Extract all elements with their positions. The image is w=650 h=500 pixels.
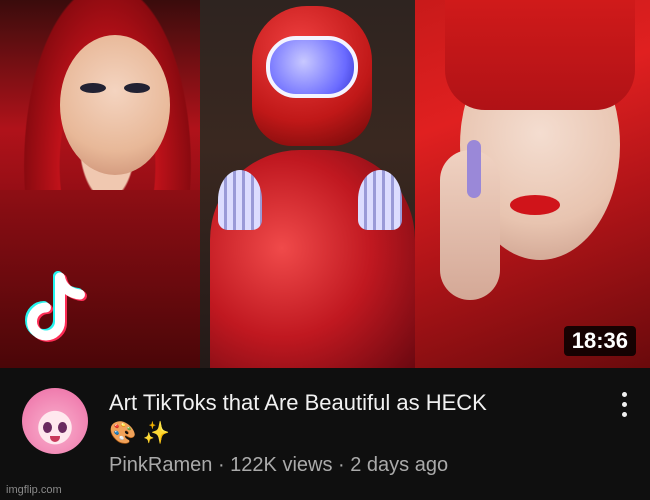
meta-separator: ·: [332, 454, 351, 476]
video-thumbnail[interactable]: 18:36: [0, 0, 650, 368]
imgflip-watermark: imgflip.com: [6, 484, 62, 496]
shell-shoulder: [358, 170, 402, 230]
shell-shoulder: [218, 170, 262, 230]
video-info: Art TikToks that Are Beautiful as HECK 🎨…: [0, 368, 650, 500]
view-count: 122K views: [230, 454, 333, 476]
title-emojis: 🎨 ✨: [109, 420, 170, 445]
red-bangs: [445, 0, 635, 110]
video-title[interactable]: Art TikToks that Are Beautiful as HECK: [109, 388, 589, 418]
video-meta: PinkRamen · 122K views · 2 days ago: [109, 454, 448, 477]
avatar-eye: [43, 422, 52, 433]
avatar-mouth: [50, 436, 60, 442]
face: [60, 35, 170, 175]
upload-age: 2 days ago: [350, 454, 449, 476]
more-vert-icon[interactable]: [614, 392, 634, 422]
helmet-visor: [266, 36, 358, 98]
eye: [124, 83, 150, 93]
tiktok-logo-icon: [25, 271, 87, 342]
lips: [510, 195, 560, 215]
astronaut-helmet: [252, 6, 372, 146]
thumbnail-panel-astronaut: [200, 0, 422, 368]
channel-name[interactable]: PinkRamen: [109, 454, 212, 476]
thumbnail-panel-portrait: [415, 0, 650, 368]
duration-badge: 18:36: [563, 325, 636, 356]
avatar-eye: [58, 422, 67, 433]
meta-separator: ·: [212, 454, 231, 476]
channel-avatar[interactable]: [22, 388, 88, 454]
painted-nail: [467, 140, 481, 198]
eye: [80, 83, 106, 93]
